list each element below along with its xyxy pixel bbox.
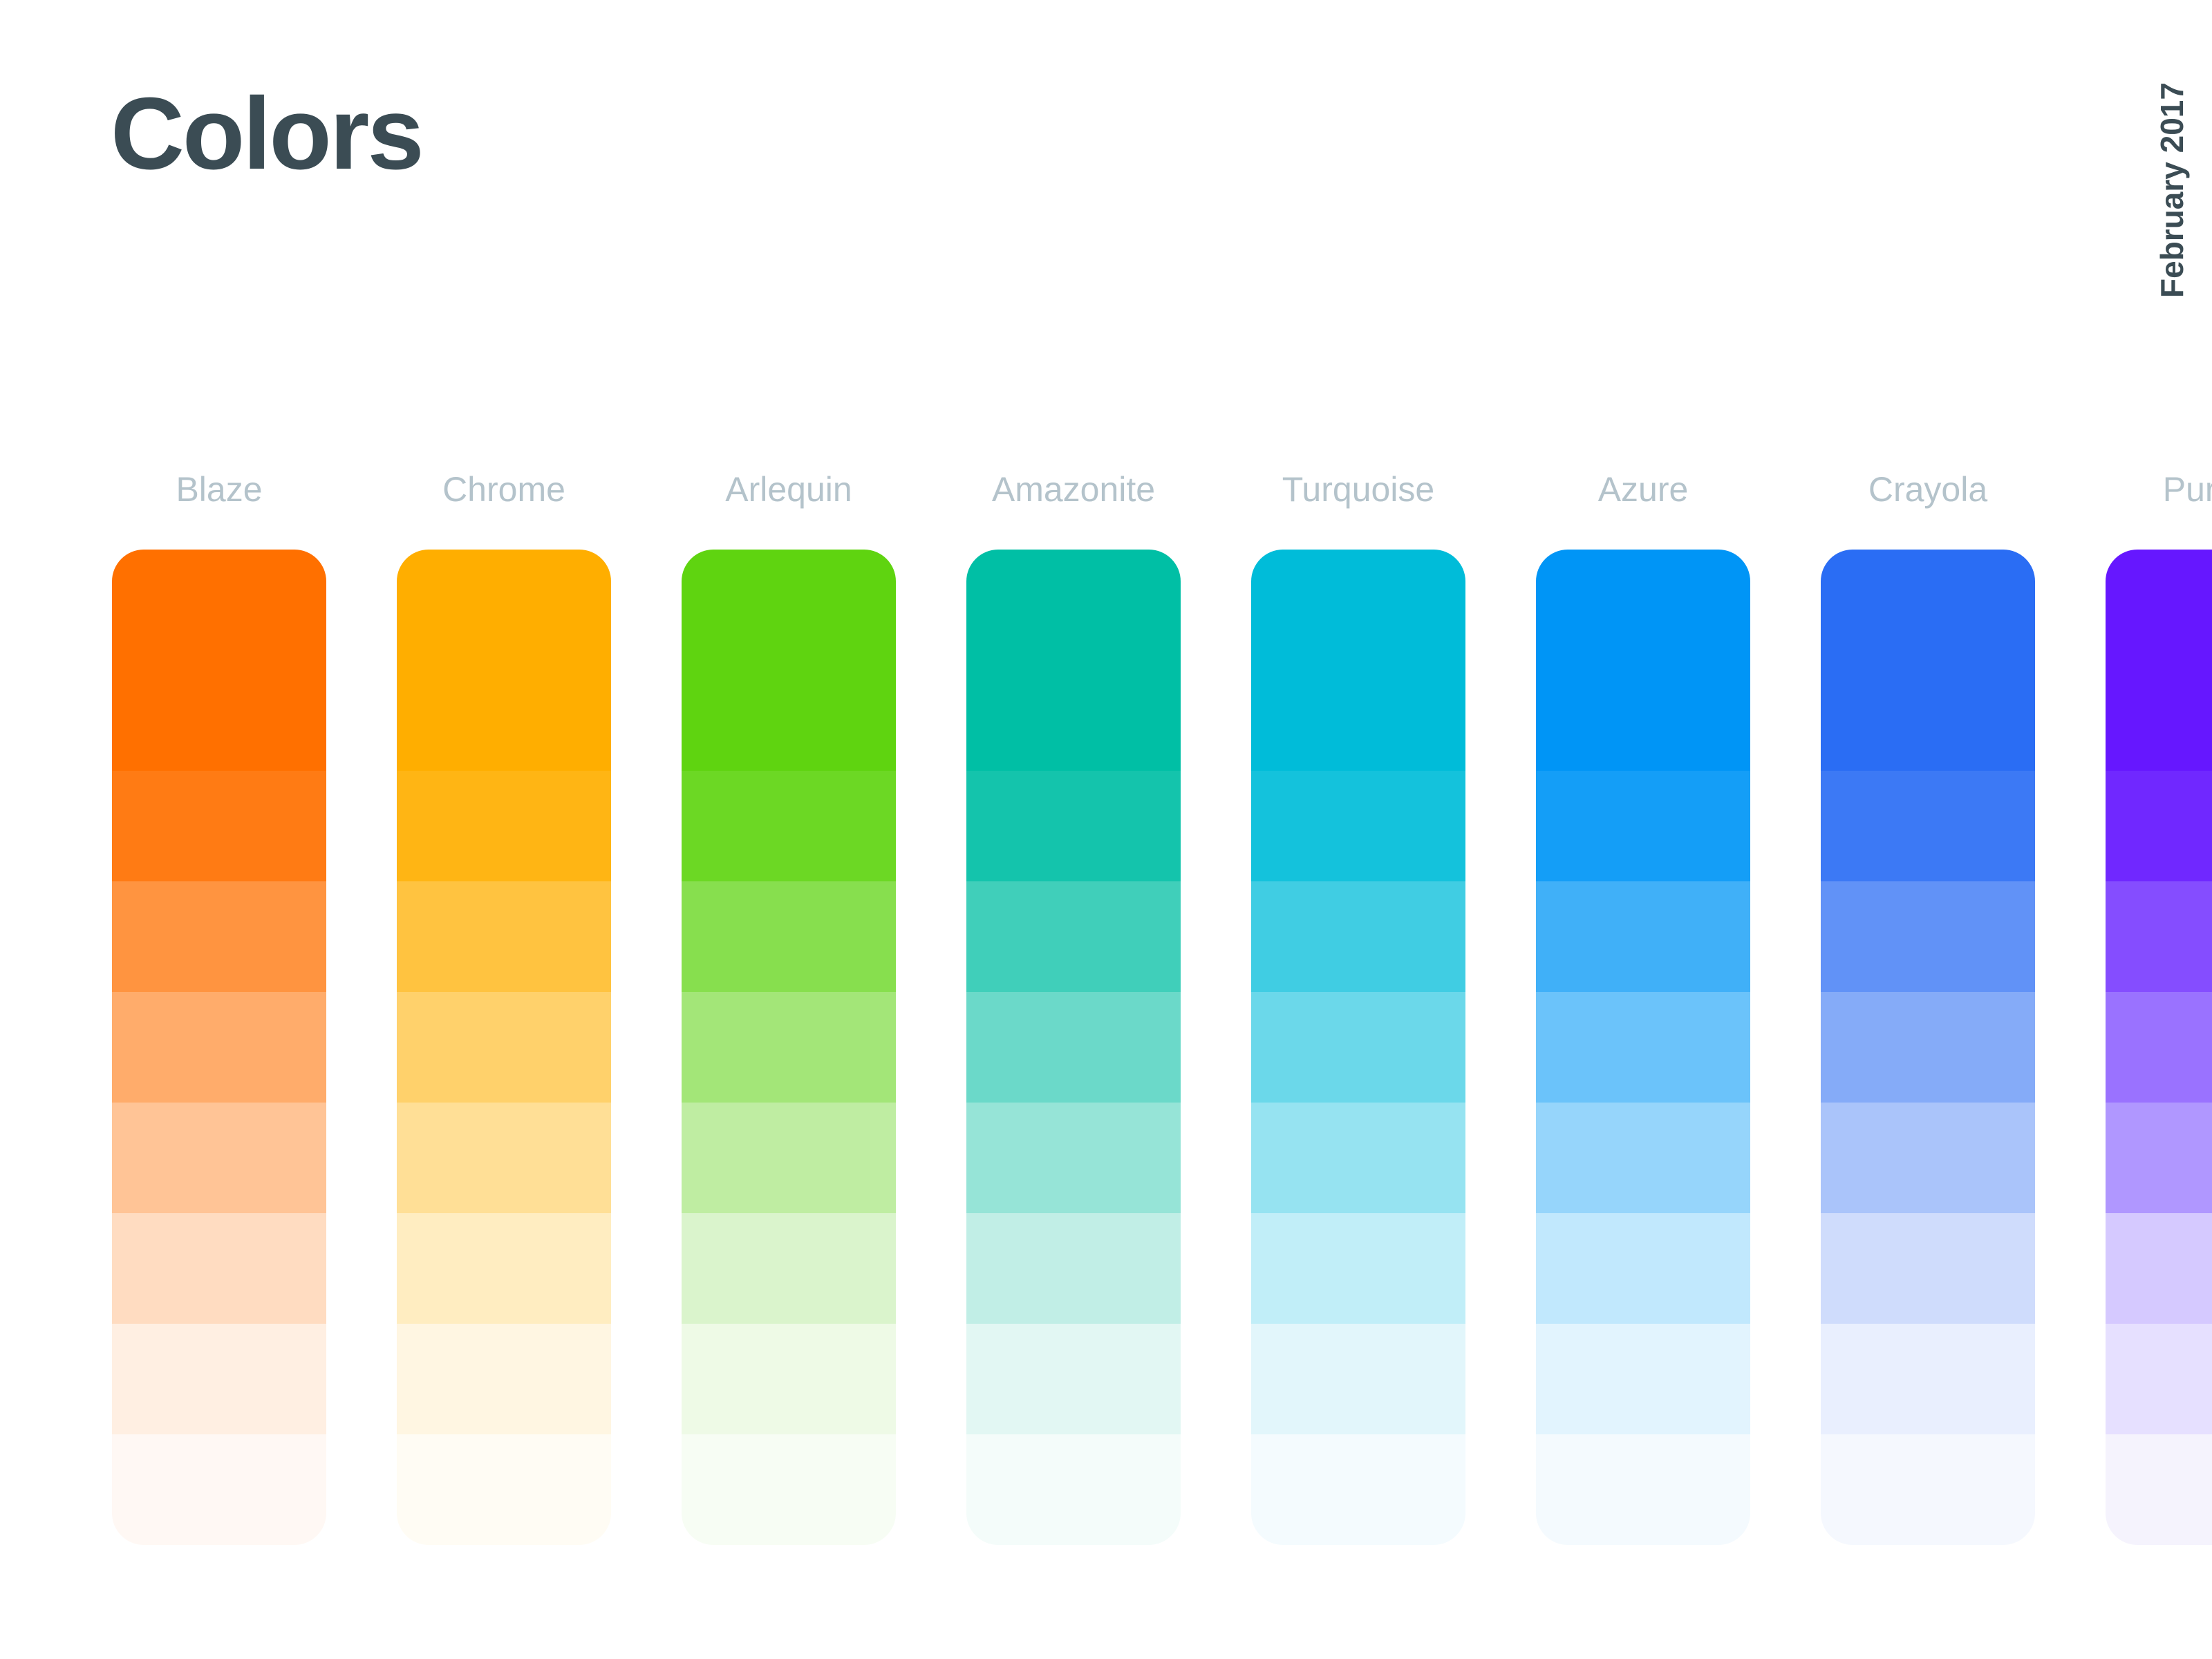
color-swatch[interactable]: [682, 1324, 896, 1434]
color-swatch[interactable]: [682, 881, 896, 992]
color-swatch[interactable]: [1821, 881, 2035, 992]
color-swatch[interactable]: [682, 1213, 896, 1324]
color-swatch[interactable]: [1821, 1213, 2035, 1324]
color-swatch[interactable]: [966, 881, 1181, 992]
color-column[interactable]: Blaze: [112, 429, 326, 1545]
color-swatch[interactable]: [397, 1213, 611, 1324]
color-swatch[interactable]: [966, 771, 1181, 881]
color-swatch[interactable]: [112, 992, 326, 1103]
color-swatch[interactable]: [1251, 992, 1465, 1103]
color-swatch[interactable]: [1251, 1434, 1465, 1545]
color-swatch[interactable]: [1536, 1103, 1750, 1213]
color-swatch[interactable]: [397, 881, 611, 992]
color-swatch-base[interactable]: [1536, 550, 1750, 771]
color-swatch[interactable]: [397, 1434, 611, 1545]
color-swatch[interactable]: [1821, 1434, 2035, 1545]
color-swatch[interactable]: [1251, 1213, 1465, 1324]
color-column[interactable]: Purple: [2106, 429, 2212, 1545]
color-swatch-base[interactable]: [112, 550, 326, 771]
color-column-label: Azure: [1597, 469, 1689, 509]
color-swatch[interactable]: [397, 1324, 611, 1434]
color-swatch[interactable]: [1251, 771, 1465, 881]
color-swatch[interactable]: [682, 771, 896, 881]
color-swatch-stack: [1821, 550, 2035, 1545]
color-swatch[interactable]: [112, 1324, 326, 1434]
color-swatch[interactable]: [397, 1103, 611, 1213]
colors-palette-page: Colors February 2017 Blaze Chrome Arlequin…: [0, 0, 2212, 1659]
color-column-label: Chrome: [442, 469, 565, 509]
color-swatch-stack: [397, 550, 611, 1545]
color-swatch[interactable]: [1536, 1434, 1750, 1545]
color-column[interactable]: Chrome: [397, 429, 611, 1545]
color-swatch[interactable]: [966, 1434, 1181, 1545]
color-swatch[interactable]: [112, 771, 326, 881]
color-palette-grid: Blaze Chrome Arlequin Amazonite Turquoise Azu…: [112, 429, 2212, 1562]
color-column-label: Crayola: [1868, 469, 1988, 509]
color-swatch-base[interactable]: [1821, 550, 2035, 771]
color-swatch[interactable]: [966, 1213, 1181, 1324]
color-swatch[interactable]: [1821, 1103, 2035, 1213]
date-label: February 2017: [2144, 41, 2200, 339]
color-swatch[interactable]: [2106, 992, 2212, 1103]
color-swatch[interactable]: [1536, 992, 1750, 1103]
color-swatch[interactable]: [682, 1434, 896, 1545]
color-swatch-base[interactable]: [966, 550, 1181, 771]
color-swatch-stack: [112, 550, 326, 1545]
color-column-label: Amazonite: [991, 469, 1156, 509]
page-title: Colors: [111, 77, 424, 191]
color-swatch[interactable]: [2106, 1103, 2212, 1213]
color-swatch[interactable]: [1821, 1324, 2035, 1434]
color-swatch[interactable]: [397, 771, 611, 881]
color-swatch-stack: [966, 550, 1181, 1545]
color-swatch[interactable]: [1536, 881, 1750, 992]
color-swatch[interactable]: [397, 992, 611, 1103]
color-swatch[interactable]: [2106, 1213, 2212, 1324]
color-column-label: Arlequin: [725, 469, 852, 509]
color-swatch[interactable]: [682, 1103, 896, 1213]
color-swatch-base[interactable]: [1251, 550, 1465, 771]
color-swatch[interactable]: [112, 1103, 326, 1213]
color-column[interactable]: Azure: [1536, 429, 1750, 1545]
color-swatch[interactable]: [1251, 1103, 1465, 1213]
color-swatch-base[interactable]: [397, 550, 611, 771]
color-column-label: Blaze: [176, 469, 263, 509]
color-swatch[interactable]: [112, 881, 326, 992]
color-swatch[interactable]: [1251, 881, 1465, 992]
color-swatch[interactable]: [682, 992, 896, 1103]
date-label-text: February 2017: [2154, 82, 2190, 298]
color-swatch[interactable]: [2106, 1434, 2212, 1545]
color-swatch[interactable]: [112, 1434, 326, 1545]
color-column-label: Turquoise: [1282, 469, 1435, 509]
color-swatch-base[interactable]: [2106, 550, 2212, 771]
color-column[interactable]: Arlequin: [682, 429, 896, 1545]
color-swatch[interactable]: [1821, 771, 2035, 881]
color-swatch[interactable]: [966, 992, 1181, 1103]
color-column[interactable]: Turquoise: [1251, 429, 1465, 1545]
color-swatch[interactable]: [1536, 771, 1750, 881]
color-swatch[interactable]: [2106, 881, 2212, 992]
color-swatch[interactable]: [2106, 771, 2212, 881]
color-swatch[interactable]: [1536, 1324, 1750, 1434]
color-swatch[interactable]: [2106, 1324, 2212, 1434]
color-swatch[interactable]: [112, 1213, 326, 1324]
color-swatch[interactable]: [966, 1103, 1181, 1213]
color-swatch[interactable]: [1251, 1324, 1465, 1434]
color-column[interactable]: Crayola: [1821, 429, 2035, 1545]
color-column[interactable]: Amazonite: [966, 429, 1181, 1545]
color-swatch-stack: [1536, 550, 1750, 1545]
color-swatch-base[interactable]: [682, 550, 896, 771]
color-swatch-stack: [682, 550, 896, 1545]
color-column-label: Purple: [2162, 469, 2212, 509]
color-swatch-stack: [2106, 550, 2212, 1545]
color-swatch[interactable]: [1821, 992, 2035, 1103]
color-swatch-stack: [1251, 550, 1465, 1545]
color-swatch[interactable]: [966, 1324, 1181, 1434]
color-swatch[interactable]: [1536, 1213, 1750, 1324]
